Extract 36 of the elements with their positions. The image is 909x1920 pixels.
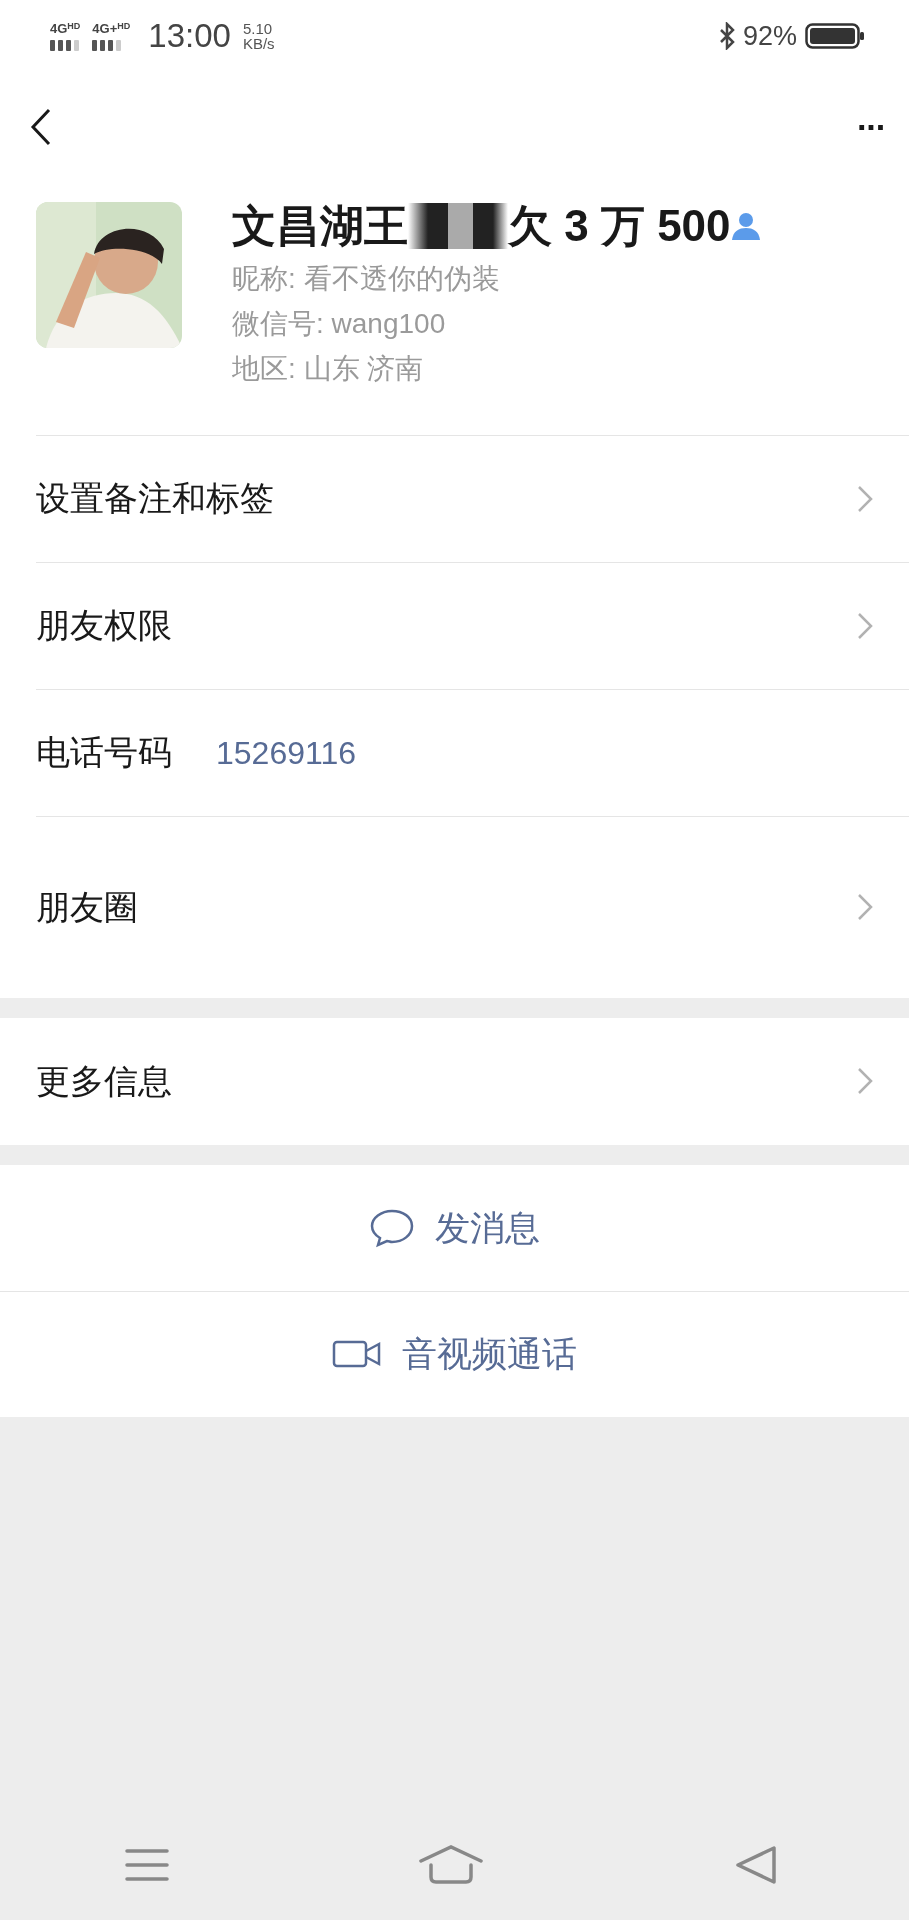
speed-unit: KB/s	[242, 36, 275, 51]
chevron-icon	[857, 484, 873, 513]
contact-name: 欠 3 万 500	[508, 202, 731, 251]
chevron-icon	[857, 1067, 873, 1096]
row-label: 电话号码	[36, 732, 172, 774]
more-button[interactable]: ···	[857, 101, 885, 153]
chevron-icon	[857, 611, 873, 640]
battery-level: 92%	[742, 19, 797, 53]
menu-icon[interactable]	[125, 1848, 170, 1882]
speech-bubble-icon	[369, 1207, 415, 1248]
region-text: 地区: 山东 济南	[232, 354, 425, 385]
list-row[interactable]: 电话号码 15269116	[36, 688, 909, 816]
row-label: 更多信息	[36, 1060, 172, 1102]
speed-value: 5.10	[242, 21, 274, 36]
chevron-icon	[857, 893, 873, 922]
nickname-text: 昵称: 看不透你的伪装	[232, 264, 501, 296]
signal-indicator: 4G$^{HD}$	[50, 21, 81, 51]
phone-number: 15269116	[216, 733, 356, 773]
action-button[interactable]: 发消息	[0, 1164, 909, 1291]
home-icon[interactable]	[419, 1845, 484, 1885]
row-label: 设置备注和标签	[36, 478, 274, 520]
row-label: 朋友权限	[36, 605, 172, 647]
list-row[interactable]: 朋友权限	[36, 561, 909, 689]
contact-name: 文昌湖王	[232, 202, 408, 251]
battery-icon	[805, 22, 865, 50]
action-button[interactable]: 音视频通话	[0, 1290, 909, 1417]
video-camera-icon	[332, 1339, 382, 1370]
row-label: 朋友圈	[36, 886, 138, 928]
back-icon[interactable]	[30, 108, 52, 146]
list-row[interactable]: 朋友圈	[36, 815, 909, 998]
status-time: 13:00	[148, 16, 231, 57]
signal-indicator: 4G+$^{HD}$	[92, 21, 131, 51]
wechat-id-text: 微信号: wang100	[232, 309, 447, 340]
bluetooth-icon	[718, 22, 735, 50]
person-icon	[730, 211, 761, 242]
list-row[interactable]: 设置备注和标签	[36, 434, 909, 562]
